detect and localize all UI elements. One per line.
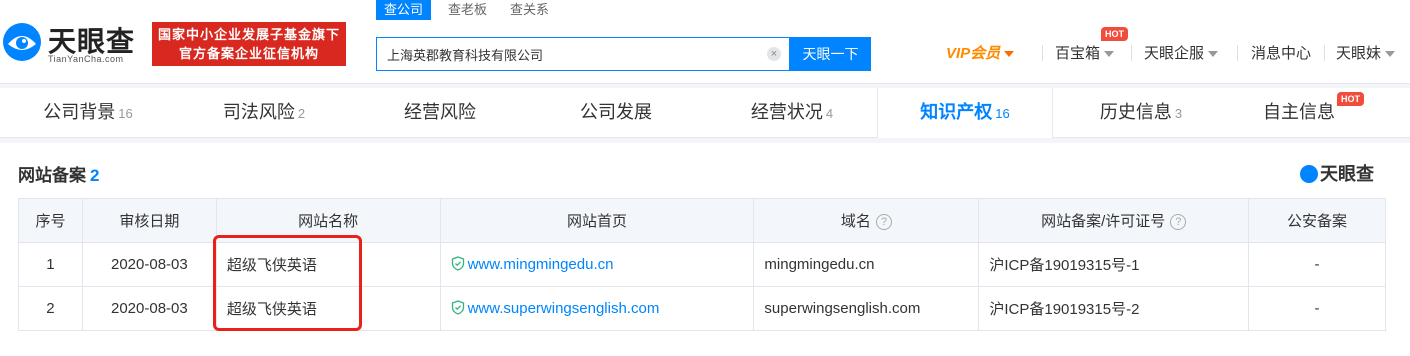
cell-homepage: www.mingmingedu.cn [439, 242, 755, 287]
homepage-link[interactable]: www.superwingsenglish.com [468, 300, 660, 317]
tab-count: 3 [1174, 106, 1183, 121]
shield-check-icon [451, 300, 464, 315]
cell-no: 2 [18, 286, 83, 331]
tab-intellectual-property[interactable]: 知识产权 16 [877, 88, 1053, 138]
section-count: 2 [90, 166, 100, 185]
col-header-domain: 域名? [753, 198, 980, 243]
user-name: 天眼妹 [1336, 45, 1382, 62]
eye-logo-icon [3, 23, 41, 61]
tab-label: 公司背景 [43, 102, 116, 122]
hot-badge: HOT [1101, 27, 1128, 41]
tab-label: 自主信息 [1263, 102, 1335, 122]
highlight-annotation-box [213, 235, 362, 331]
website-filing-section: 网站备案 2 天眼查 序号 审核日期 网站名称 网站首页 域名? 网站备案/许可证… [0, 143, 1410, 356]
tab-count: 4 [825, 106, 834, 121]
watermark-logo: 天眼查 [1300, 160, 1374, 186]
col-header-icp-label: 网站备案/许可证号 [1041, 213, 1166, 230]
company-tabs: 公司背景 16 司法风险 2 经营风险 公司发展 经营状况 4 知识产权 16 历史信息… [0, 88, 1410, 138]
chevron-down-icon [1104, 51, 1115, 58]
tab-business-risk[interactable]: 经营风险 [352, 88, 528, 138]
chevron-down-icon [1385, 51, 1396, 58]
cell-no: 1 [18, 242, 83, 287]
cell-police: - [1248, 286, 1386, 331]
cell-domain: superwingsenglish.com [753, 286, 980, 331]
tab-count: 2 [297, 106, 306, 121]
cell-date: 2020-08-03 [81, 242, 217, 287]
cell-date: 2020-08-03 [81, 286, 217, 331]
top-header: 天眼查 TianYanCha.com 国家中小企业发展子基金旗下 官方备案企业征… [0, 0, 1410, 84]
search-tab-boss[interactable]: 查老板 [448, 0, 487, 20]
badge-line-2: 官方备案企业征信机构 [178, 46, 319, 61]
homepage-link[interactable]: www.mingmingedu.cn [468, 256, 614, 273]
tab-company-development[interactable]: 公司发展 [528, 88, 704, 138]
brand-logo[interactable]: 天眼查 TianYanCha.com [0, 16, 150, 68]
col-header-no: 序号 [18, 198, 83, 243]
vip-menu[interactable]: VIP会员 [946, 42, 1015, 66]
help-icon[interactable]: ? [875, 214, 892, 230]
col-header-icp: 网站备案/许可证号? [978, 198, 1250, 243]
col-header-domain-label: 域名 [840, 213, 871, 230]
search-input[interactable] [387, 38, 757, 70]
tab-count: 16 [995, 106, 1010, 121]
help-icon[interactable]: ? [1170, 214, 1187, 230]
enterprise-menu[interactable]: 天眼企服 [1144, 42, 1219, 66]
eye-logo-icon [1300, 165, 1318, 183]
col-header-police: 公安备案 [1248, 198, 1386, 243]
cell-icp: 沪ICP备19019315号-1 [978, 242, 1250, 287]
toolbox-label: 百宝箱 [1055, 45, 1101, 62]
chevron-down-icon [1208, 51, 1219, 58]
cell-domain: mingmingedu.cn [753, 242, 980, 287]
cell-homepage: www.superwingsenglish.com [439, 286, 755, 331]
tab-company-background[interactable]: 公司背景 16 [0, 88, 176, 138]
tab-label: 司法风险 [222, 102, 295, 122]
tab-label: 公司发展 [580, 102, 652, 122]
cell-icp: 沪ICP备19019315号-2 [978, 286, 1250, 331]
hot-badge: HOT [1337, 92, 1364, 106]
search-box: × [376, 37, 790, 71]
tab-legal-risk[interactable]: 司法风险 2 [176, 88, 352, 138]
enterprise-label: 天眼企服 [1144, 45, 1205, 62]
tab-history[interactable]: 历史信息 3 [1053, 88, 1229, 138]
official-badge: 国家中小企业发展子基金旗下 官方备案企业征信机构 [152, 22, 346, 66]
chevron-down-icon [1004, 51, 1015, 58]
vip-label: VIP会员 [946, 45, 1001, 62]
badge-line-1: 国家中小企业发展子基金旗下 [157, 27, 340, 42]
divider [1131, 45, 1132, 61]
search-button[interactable]: 天眼一下 [790, 37, 871, 71]
cell-police: - [1248, 242, 1386, 287]
section-title: 网站备案 2 [18, 161, 99, 186]
col-header-homepage: 网站首页 [439, 198, 755, 243]
tab-label: 历史信息 [1099, 102, 1172, 122]
toolbox-menu[interactable]: 百宝箱 [1055, 42, 1115, 66]
divider [1324, 45, 1325, 61]
user-menu[interactable]: 天眼妹 [1336, 42, 1396, 66]
tab-business-status[interactable]: 经营状况 4 [704, 88, 880, 138]
brand-domain: TianYanCha.com [48, 54, 124, 64]
watermark-text: 天眼查 [1320, 164, 1374, 184]
search-tab-company[interactable]: 查公司 [376, 0, 432, 20]
tab-label: 知识产权 [920, 102, 993, 122]
tab-count: 16 [118, 106, 133, 121]
divider [1237, 45, 1238, 61]
divider [1042, 45, 1043, 61]
shield-check-icon [451, 256, 464, 271]
clear-icon[interactable]: × [767, 47, 781, 61]
col-header-date: 审核日期 [81, 198, 217, 243]
messages-link[interactable]: 消息中心 [1251, 42, 1311, 66]
section-title-text: 网站备案 [18, 166, 86, 185]
search-tab-relation[interactable]: 查关系 [510, 0, 549, 20]
tab-label: 经营风险 [404, 102, 476, 122]
tab-label: 经营状况 [750, 102, 823, 122]
